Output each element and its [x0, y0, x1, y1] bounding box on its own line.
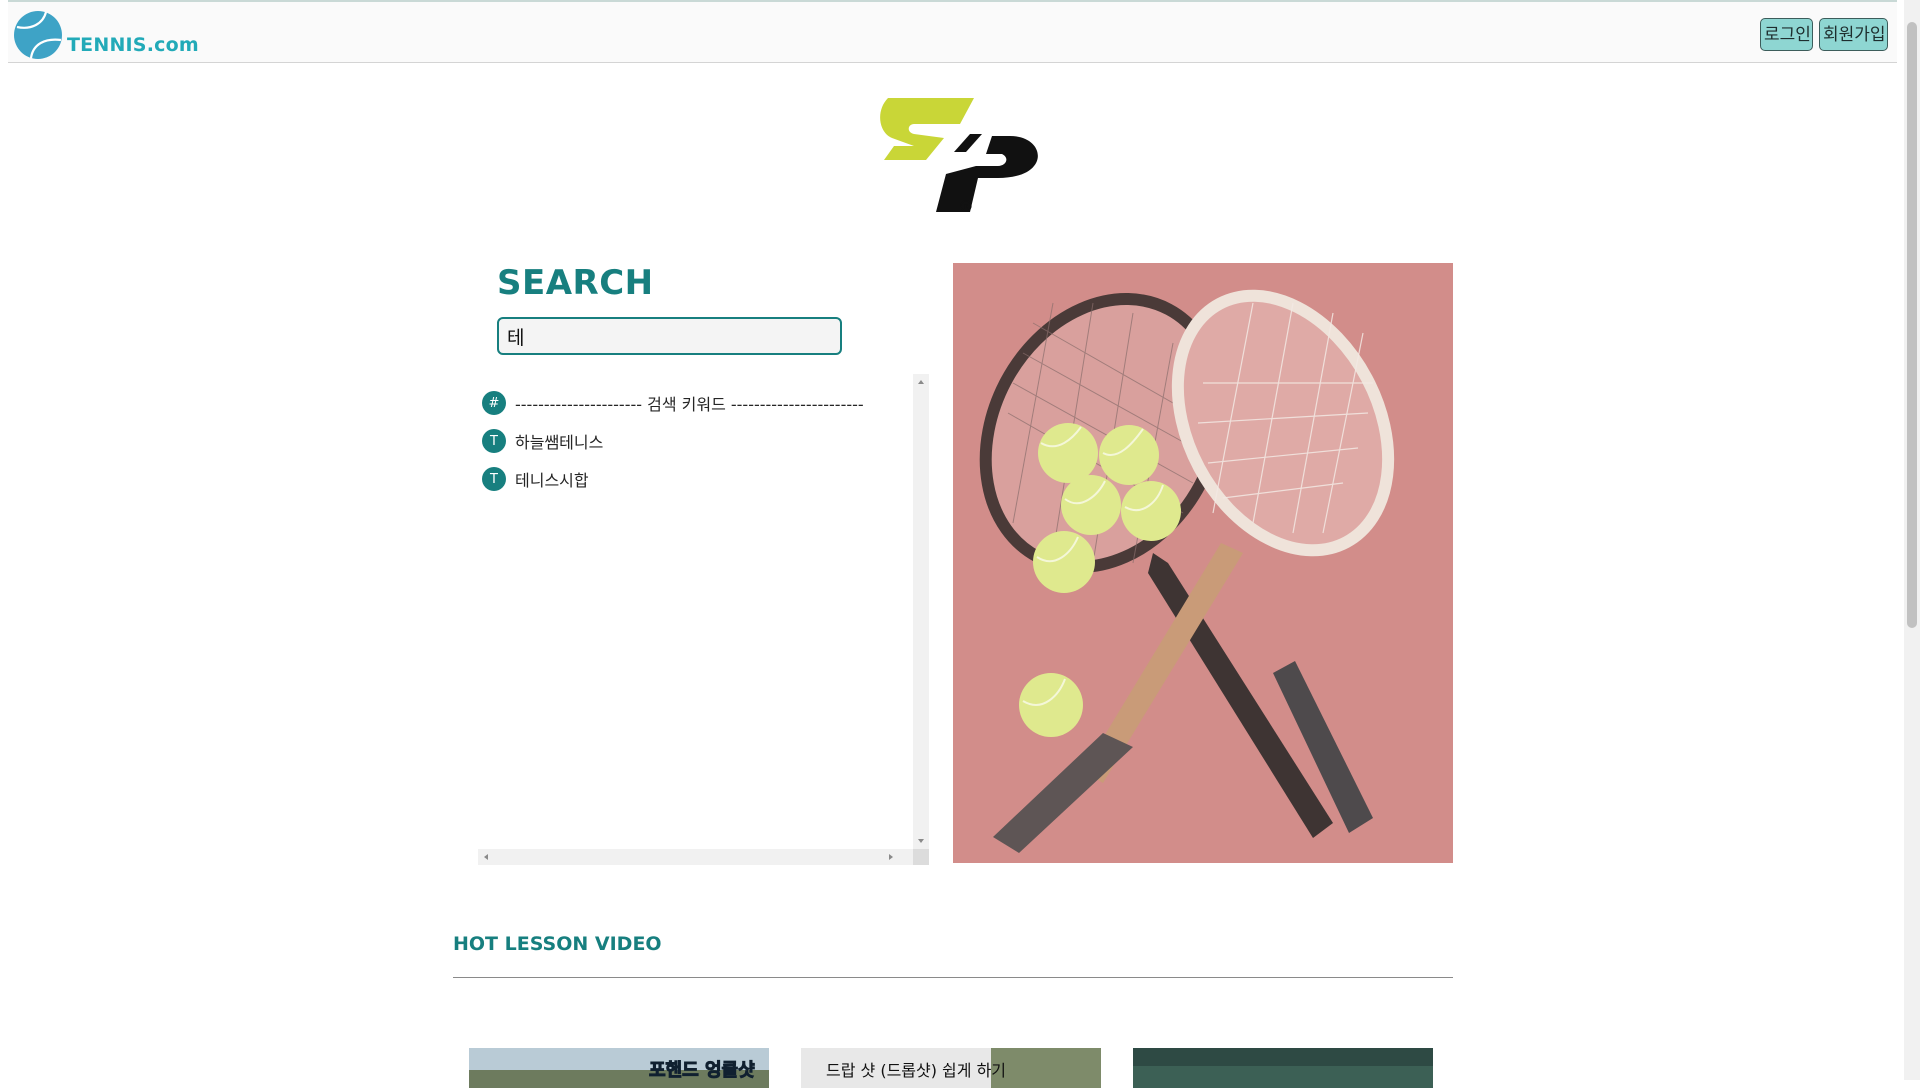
suggestion-item[interactable]: T 테니스시합 — [482, 466, 589, 492]
video-thumbnail-image — [1133, 1048, 1433, 1088]
search-input[interactable] — [497, 317, 842, 355]
scroll-right-arrow-icon[interactable] — [889, 854, 893, 860]
suggestion-header: # ---------------------- 검색 키워드 --------… — [482, 390, 864, 416]
login-button[interactable]: 로그인 — [1760, 18, 1813, 51]
suggestion-label: ---------------------- 검색 키워드 ----------… — [515, 395, 864, 414]
video-thumbnail[interactable]: 드랍 샷 (드롭샷) 쉽게 하기 — [801, 1048, 1101, 1088]
search-title: SEARCH — [497, 263, 654, 303]
hash-icon: # — [482, 391, 506, 415]
t-badge-icon: T — [482, 467, 506, 491]
brand-home-link[interactable]: TENNIS.com — [13, 8, 199, 60]
video-caption: 포핸드 엉클샷 — [649, 1060, 755, 1081]
tennis-rackets-image — [953, 263, 1453, 863]
t-badge-icon: T — [482, 429, 506, 453]
tennis-ball-icon — [14, 11, 62, 59]
page-scrollbar[interactable] — [1904, 0, 1920, 1080]
page-scrollbar-thumb[interactable] — [1907, 22, 1917, 628]
video-thumbnail[interactable]: 포핸드 엉클샷 — [469, 1048, 769, 1088]
brand-name: TENNIS.com — [67, 34, 199, 56]
sp-logo: R — [880, 98, 1038, 212]
scrollbar-corner — [913, 849, 929, 865]
video-thumbnail[interactable] — [1133, 1048, 1433, 1088]
scroll-up-arrow-icon[interactable] — [918, 380, 924, 384]
suggestion-item[interactable]: T 하늘쌤테니스 — [482, 428, 603, 454]
video-thumbnail-image: 포핸드 엉클샷 — [469, 1048, 769, 1088]
suggestion-label: 테니스시합 — [515, 471, 589, 490]
video-caption: 드랍 샷 (드롭샷) 쉽게 하기 — [826, 1061, 1006, 1080]
svg-text:R: R — [964, 203, 969, 211]
video-thumbnail-image: 드랍 샷 (드롭샷) 쉽게 하기 — [801, 1048, 1101, 1088]
top-navbar: TENNIS.com 로그인 회원가입 — [8, 0, 1897, 63]
hot-lesson-title: HOT LESSON VIDEO — [453, 933, 662, 955]
scroll-left-arrow-icon[interactable] — [484, 854, 488, 860]
suggestion-label: 하늘쌤테니스 — [515, 433, 604, 452]
suggestion-horizontal-scrollbar[interactable] — [478, 849, 913, 865]
section-divider — [453, 977, 1453, 978]
signup-button[interactable]: 회원가입 — [1819, 18, 1888, 51]
suggestion-list: # ---------------------- 검색 키워드 --------… — [478, 374, 929, 865]
suggestion-vertical-scrollbar[interactable] — [913, 374, 929, 849]
scroll-down-arrow-icon[interactable] — [918, 839, 924, 843]
